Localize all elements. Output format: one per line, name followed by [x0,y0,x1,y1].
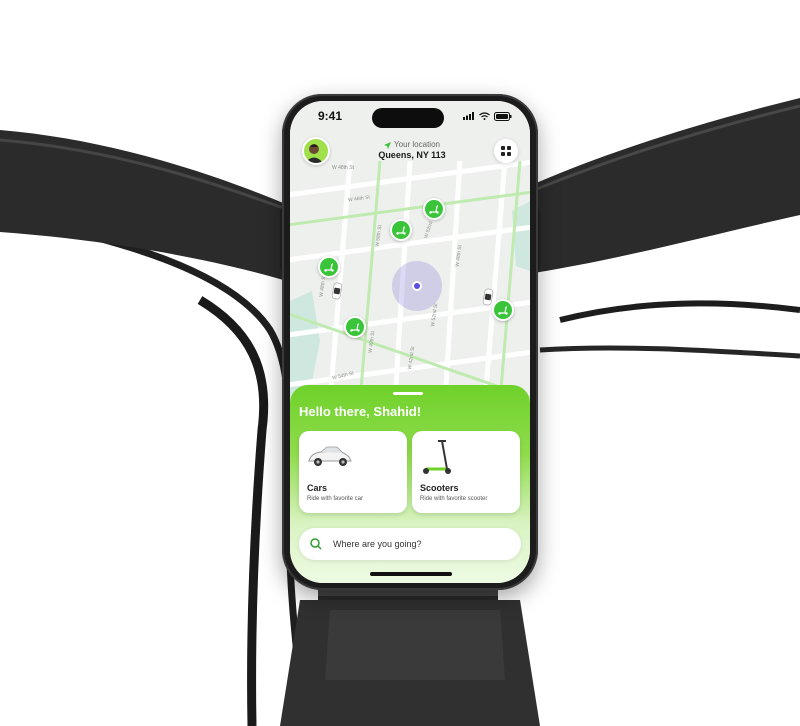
location-value: Queens, NY 113 [378,150,446,161]
bottom-sheet: Hello there, Shahid! Cars Ride with favo… [290,385,530,583]
card-title: Cars [307,483,328,493]
cars-card[interactable]: Cars Ride with favorite car [299,431,407,513]
car-icon [308,446,352,466]
search-icon [310,538,322,550]
card-subtitle: Ride with favorite scooter [420,496,488,502]
signal-icon [463,112,474,120]
sheet-handle[interactable] [393,392,423,395]
scooter-icon [324,263,334,272]
card-title: Scooters [420,483,459,493]
scooter-marker[interactable] [492,299,514,321]
scooter-marker[interactable] [390,219,412,241]
avatar[interactable] [302,137,330,165]
scooter-icon [423,440,451,474]
status-time: 9:41 [318,109,343,123]
phone-screen: W 48th St W 46th St W 52nd St W 58th St … [290,101,530,583]
search-bar[interactable] [299,528,521,560]
location-block[interactable]: Your location Queens, NY 113 [378,140,445,161]
scooter-icon [498,306,508,315]
scooter-icon [429,205,439,214]
grid-menu-icon [501,146,511,156]
top-header: Your location Queens, NY 113 [290,131,530,171]
search-input[interactable] [331,538,505,550]
wifi-icon [479,112,490,120]
scooter-marker[interactable] [318,256,340,278]
location-arrow-icon [384,141,392,149]
scooter-marker[interactable] [344,316,366,338]
scooter-marker[interactable] [423,198,445,220]
card-subtitle: Ride with favorite car [307,496,364,502]
home-indicator [370,572,452,576]
location-label: Your location [394,140,440,150]
scooter-icon [350,323,360,332]
dynamic-island [372,108,444,128]
scooter-icon [396,226,406,235]
phone-device: W 48th St W 46th St W 52nd St W 58th St … [282,94,538,590]
scooters-card[interactable]: Scooters Ride with favorite scooter [412,431,520,513]
greeting: Hello there, Shahid! [299,404,422,419]
avatar-portrait-icon [305,144,323,163]
menu-button[interactable] [494,139,518,163]
user-location-dot [412,281,422,291]
battery-icon [494,111,512,121]
